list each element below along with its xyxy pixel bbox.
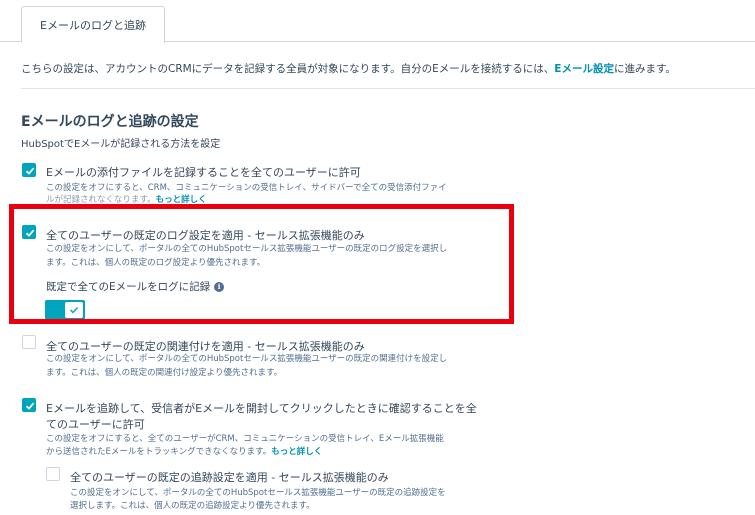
email-tracking-label-1: Eメールを追跡して、受信者がEメールを開封してクリックしたときに確認することを全	[46, 402, 477, 415]
highlight-box	[9, 204, 514, 324]
section-subtitle: HubSpotでEメールが記録される方法を設定	[21, 139, 221, 150]
default-tracking-desc-2: 選択します。これは、個人の既定の追跡設定より優先されます。	[70, 501, 315, 511]
email-tracking-desc-1: この設定をオフにすると、全てのユーザーがCRM、コミュニケーションの受信トレイ、…	[46, 434, 444, 444]
section-title: Eメールのログと追跡の設定	[21, 114, 199, 130]
attachments-checkbox[interactable]	[22, 163, 36, 177]
email-settings-link[interactable]: Eメール設定	[554, 63, 614, 75]
tab-email-log-tracking[interactable]: Eメールのログと追跡	[21, 6, 165, 43]
intro-text-suffix: に進みます。	[613, 63, 676, 75]
default-tracking-checkbox[interactable]	[46, 467, 60, 481]
email-tracking-checkbox[interactable]	[22, 398, 36, 412]
intro-text: こちらの設定は、アカウントのCRMにデータを記録する全員が対象になります。自分の…	[21, 61, 676, 76]
email-tracking-more-link[interactable]: もっと詳しく	[271, 447, 322, 457]
tab-bar: Eメールのログと追跡	[0, 0, 755, 43]
default-tracking-desc-1: この設定をオンにして、ポータルの全てのHubSpotセールス拡張機能ユーザーの既…	[70, 488, 446, 498]
default-association-checkbox[interactable]	[22, 335, 36, 349]
email-tracking-desc-2-text: から送信されたEメールをトラッキングできなくなります。	[46, 447, 272, 457]
email-tracking-label-2: てのユーザーに許可	[46, 418, 145, 431]
email-tracking-desc-2: から送信されたEメールをトラッキングできなくなります。もっと詳しく	[46, 445, 322, 459]
attachments-label: Eメールの添付ファイルを記録することを全てのユーザーに許可	[46, 166, 361, 179]
divider	[21, 88, 755, 89]
default-association-desc-2: ます。これは、個人の既定の関連付け設定より優先されます。	[46, 368, 283, 378]
checkmark-icon	[25, 167, 35, 175]
intro-text-body: こちらの設定は、アカウントのCRMにデータを記録する全員が対象になります。自分の…	[21, 63, 555, 75]
checkmark-icon	[25, 402, 35, 410]
default-tracking-label: 全てのユーザーの既定の追跡設定を適用 - セールス拡張機能のみ	[70, 471, 389, 484]
default-association-desc-1: この設定をオンにして、ポータルの全てのHubSpotセールス拡張機能ユーザーの既…	[46, 354, 448, 364]
